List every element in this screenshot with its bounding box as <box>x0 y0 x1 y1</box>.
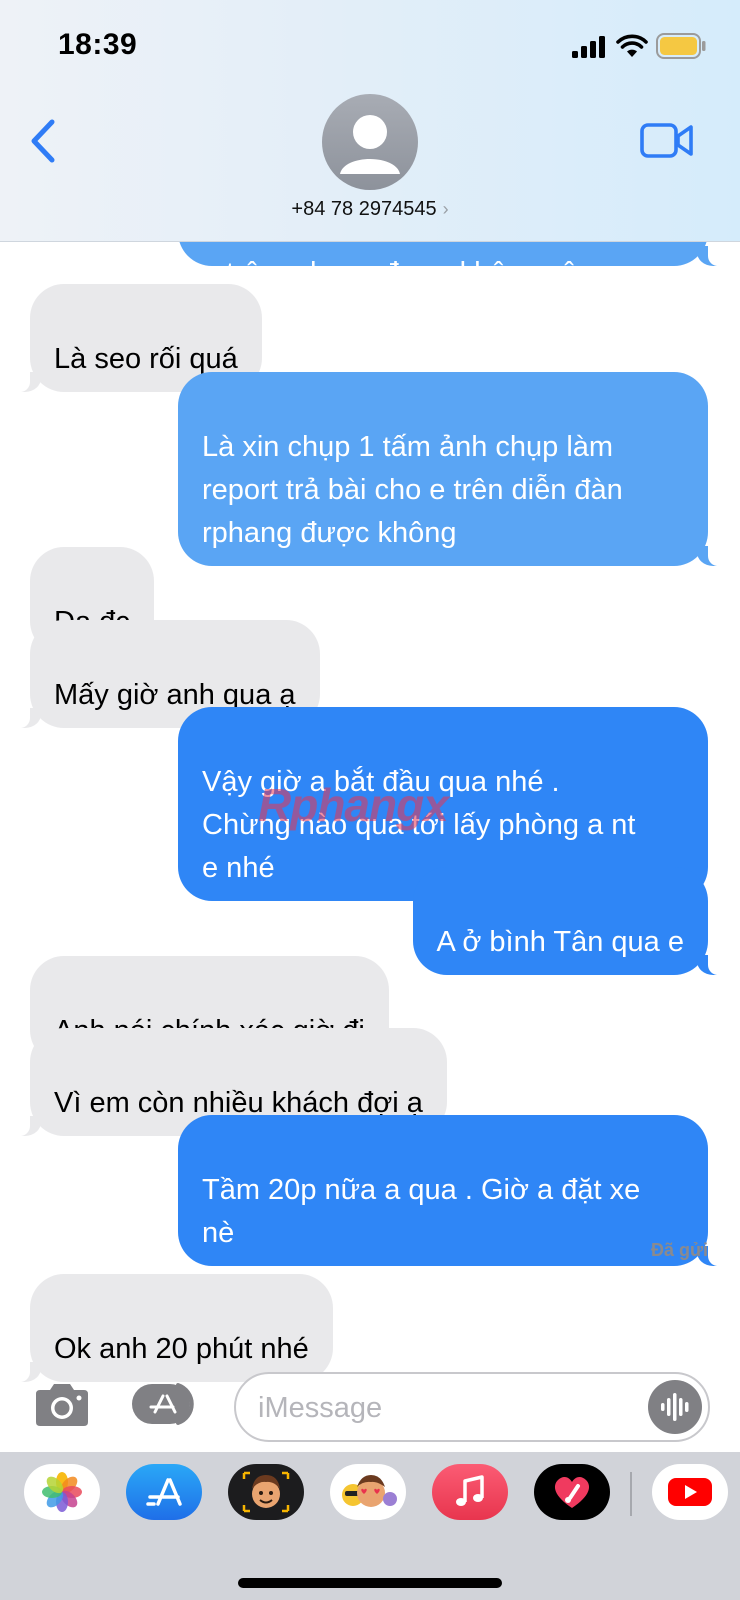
home-indicator <box>238 1578 502 1588</box>
message-bubble-sent[interactable]: Là xin chụp 1 tấm ảnh chụp làm report tr… <box>178 372 734 566</box>
app-store-apps-icon[interactable] <box>130 1381 202 1427</box>
photos-icon[interactable] <box>24 1464 100 1520</box>
message-bubble-sent[interactable]: Tầm 20p nữa a qua . Giờ a đặt xe nè <box>178 1115 734 1266</box>
message-bubble-received[interactable]: Ok anh 20 phút nhé <box>4 1274 333 1382</box>
message-text: Là seo rối quá <box>54 343 238 375</box>
input-placeholder: iMessage <box>258 1392 383 1424</box>
contact-phone-number: +84 78 2974545 <box>291 198 437 220</box>
delivered-status: Đã gửi <box>650 1240 708 1260</box>
camera-icon[interactable] <box>32 1382 92 1428</box>
memoji-icon[interactable] <box>228 1464 304 1520</box>
imessage-input[interactable]: iMessage <box>234 1372 710 1442</box>
app-store-icon[interactable] <box>126 1464 202 1520</box>
facetime-video-icon[interactable] <box>640 122 694 160</box>
app-tray <box>0 1452 740 1600</box>
chevron-right-icon: › <box>442 199 449 219</box>
wifi-icon <box>616 34 648 57</box>
contact-avatar[interactable] <box>322 94 418 190</box>
signal-icon <box>572 36 605 58</box>
status-time: 18:39 <box>58 28 138 61</box>
tray-divider <box>630 1472 632 1516</box>
message-text: Là xin chụp 1 tấm ảnh chụp làm report tr… <box>202 431 623 549</box>
music-icon[interactable] <box>432 1464 508 1520</box>
audio-waveform-icon[interactable] <box>648 1380 702 1434</box>
person-icon <box>340 115 400 174</box>
message-text: Tầm 20p nữa a qua . Giờ a đặt xe nè <box>202 1174 641 1249</box>
conversation-header: 18:39 +84 78 2974545 › <box>0 0 740 242</box>
back-chevron-icon[interactable] <box>28 118 60 164</box>
message-text: Ok anh 20 phút nhé <box>54 1333 309 1365</box>
battery-icon <box>656 33 706 59</box>
message-text: A ở bình Tân qua e <box>436 926 684 958</box>
contact-name-row[interactable]: +84 78 2974545 › <box>0 198 740 221</box>
message-bubble-sent[interactable]: A ở bình Tân qua e <box>412 867 735 975</box>
animoji-stickers-icon[interactable] <box>330 1464 406 1520</box>
message-text: e trên rphang được không vậy <box>202 257 592 289</box>
youtube-icon[interactable] <box>652 1464 728 1520</box>
digital-touch-icon[interactable] <box>534 1464 610 1520</box>
